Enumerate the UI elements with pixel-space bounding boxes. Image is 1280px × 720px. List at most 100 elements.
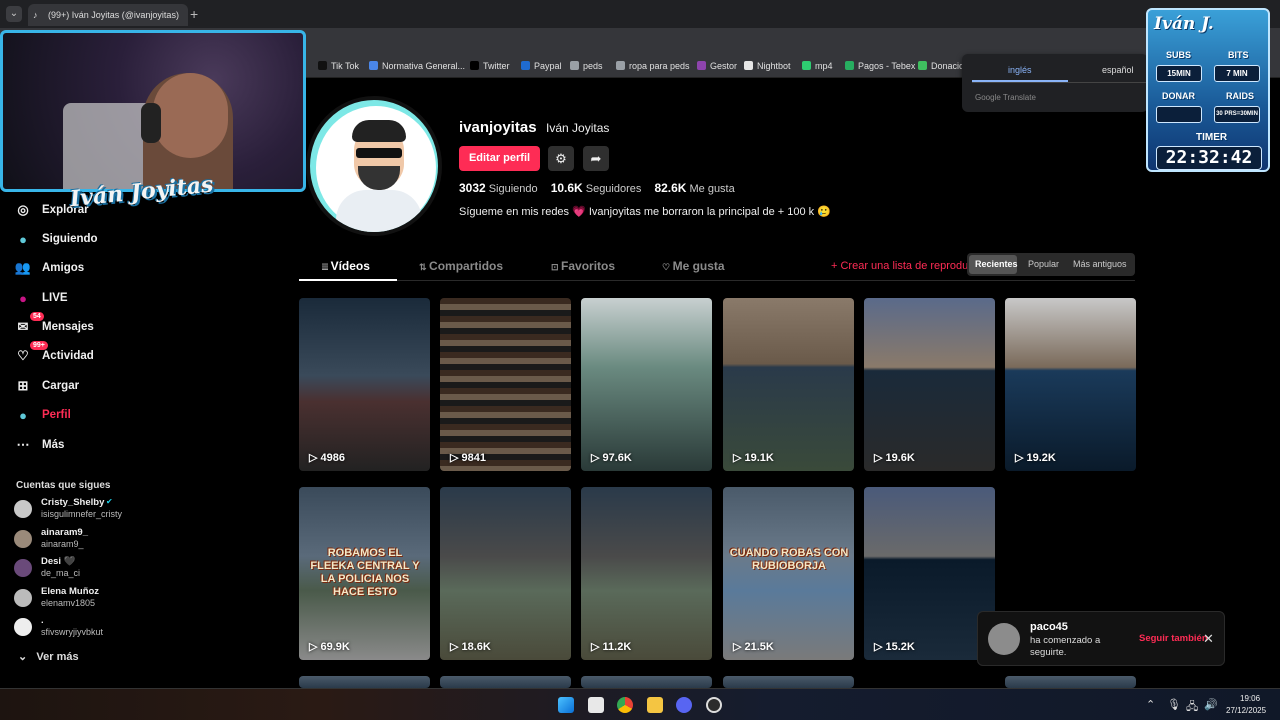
toast-username[interactable]: paco45 xyxy=(1030,621,1068,633)
profile-bio: Sígueme en mis redes 💗 Ivanjoyitas me bo… xyxy=(459,206,831,218)
bookmark-favicon-icon xyxy=(470,61,479,70)
see-more-button[interactable]: ⌄ Ver más xyxy=(18,650,79,663)
followed-account-item[interactable]: Elena Muñoz elenamv1805 xyxy=(14,586,164,612)
bookmark-item[interactable]: Paypal xyxy=(521,61,562,71)
bookmark-label: Gestor xyxy=(710,61,738,71)
translate-english-tab[interactable]: inglés xyxy=(1008,65,1032,75)
bookmark-item[interactable]: Nightbot xyxy=(744,61,791,71)
bookmark-item[interactable]: Normativa General... xyxy=(369,61,465,71)
taskbar-date[interactable]: 27/12/2025 xyxy=(1226,706,1266,715)
sidebar-item-actividad[interactable]: ♡ 99+ Actividad xyxy=(14,341,94,367)
share-arrow-icon: ➦ xyxy=(590,151,602,166)
store-icon[interactable] xyxy=(588,697,604,713)
sidebar-item-más[interactable]: ⋯ Más xyxy=(14,434,65,456)
likes-count: 82.6K xyxy=(654,181,687,195)
obs-icon[interactable] xyxy=(706,697,722,713)
sidebar-item-live[interactable]: ● LIVE xyxy=(14,287,68,309)
video-card[interactable]: ▷ 19.6K xyxy=(864,298,995,471)
video-card-partial[interactable] xyxy=(440,676,571,688)
profile-avatar[interactable] xyxy=(306,96,442,236)
translate-spanish-tab[interactable]: español xyxy=(1102,65,1134,75)
follow-back-button[interactable]: Seguir también xyxy=(1139,633,1208,644)
more-icon: ⋯ xyxy=(16,437,30,452)
video-view-count: ▷ 15.2K xyxy=(874,640,915,653)
video-card-partial[interactable] xyxy=(864,676,995,688)
video-view-count: ▷ 19.2K xyxy=(1015,451,1056,464)
messages-icon: ✉ 54 xyxy=(14,312,44,336)
bookmark-item[interactable]: Pagos - Tebex xyxy=(845,61,915,71)
account-name: Elena Muñoz xyxy=(41,585,100,597)
sidebar-item-amigos[interactable]: 👥 Amigos xyxy=(14,257,84,279)
sidebar-item-cargar[interactable]: ⊞ Cargar xyxy=(14,375,80,397)
settings-button[interactable]: ⚙ xyxy=(548,146,574,171)
followers-stat[interactable]: 10.6K Seguidores xyxy=(551,181,642,195)
tab-me-gusta[interactable]: ♡ Me gusta xyxy=(662,259,725,273)
sidebar-item-perfil[interactable]: ● Perfil xyxy=(14,404,71,426)
followed-account-item[interactable]: Desi 🖤 de_ma_ci xyxy=(14,556,164,582)
file-explorer-icon[interactable] xyxy=(647,697,663,713)
discord-icon[interactable] xyxy=(676,697,692,713)
toast-avatar[interactable] xyxy=(988,623,1020,655)
profile-stats: 3032 Siguiendo 10.6K Seguidores 82.6K Me gu… xyxy=(459,181,745,195)
video-card[interactable]: ▷ 19.1K xyxy=(723,298,854,471)
video-card[interactable]: ROBAMOS EL FLEEKA CENTRAL Y LA POLICIA N… xyxy=(299,487,430,660)
bookmark-item[interactable]: Tik Tok xyxy=(318,61,359,71)
tab-vídeos[interactable]: ⦙⦙⦙ Vídeos xyxy=(322,259,370,273)
taskbar-time[interactable]: 19:06 xyxy=(1240,694,1260,703)
network-icon[interactable]: 🖧 xyxy=(1186,698,1198,717)
browser-tab-active[interactable]: ♪ (99+) Iván Joyitas (@ivanjoyitas) xyxy=(28,4,188,26)
edit-profile-button[interactable]: Editar perfil xyxy=(459,146,540,171)
video-card[interactable]: ▷ 15.2K xyxy=(864,487,995,660)
tab-compartidos[interactable]: ⇅ Compartidos xyxy=(419,259,503,273)
tray-chevron-up-icon[interactable]: ⌃ xyxy=(1146,698,1155,711)
play-icon: ▷ xyxy=(591,452,603,464)
video-card[interactable]: ▷ 9841 xyxy=(440,298,571,471)
bookmark-item[interactable]: Twitter xyxy=(470,61,510,71)
video-card-partial[interactable] xyxy=(299,676,430,688)
video-card[interactable]: CUANDO ROBAS CON RUBIOBORJA ▷ 21.5K xyxy=(723,487,854,660)
video-card[interactable]: ▷ 97.6K xyxy=(581,298,712,471)
sort-popular-button[interactable]: Popular xyxy=(1028,259,1059,269)
bookmark-favicon-icon xyxy=(802,61,811,70)
following-avatar-icon: ● xyxy=(19,231,27,247)
bookmark-label: Tik Tok xyxy=(331,61,360,71)
followed-account-item[interactable]: ainaram9_ ainaram9_ xyxy=(14,527,164,553)
microphone-icon[interactable]: 🎙 xyxy=(1167,698,1181,711)
share-button[interactable]: ➦ xyxy=(583,146,609,171)
tab-favoritos[interactable]: ⊡ Favoritos xyxy=(551,259,615,273)
bookmark-item[interactable]: mp4 xyxy=(802,61,833,71)
close-icon[interactable]: ✕ xyxy=(1203,631,1214,647)
chrome-icon[interactable] xyxy=(617,697,633,713)
account-handle: sfivswryjiyvbkut xyxy=(41,627,104,637)
live-icon: ● xyxy=(19,290,27,306)
video-card[interactable]: ▷ 4986 xyxy=(299,298,430,471)
followed-account-item[interactable]: . sfivswryjiyvbkut xyxy=(14,615,164,641)
sort-recent-button[interactable]: Recientes xyxy=(975,259,1018,269)
video-card[interactable]: ▷ 11.2K xyxy=(581,487,712,660)
following-count: 3032 xyxy=(459,181,486,195)
bookmark-item[interactable]: ropa para peds xyxy=(616,61,690,71)
view-count-value: 19.1K xyxy=(744,452,774,464)
bookmark-item[interactable]: peds xyxy=(570,61,603,71)
video-card-partial[interactable] xyxy=(581,676,712,688)
following-stat[interactable]: 3032 Siguiendo xyxy=(459,181,538,195)
bookmark-favicon-icon xyxy=(369,61,378,70)
tab-search-button[interactable]: ⌄ xyxy=(6,6,22,22)
video-card[interactable]: ▷ 19.2K xyxy=(1005,298,1136,471)
video-card-partial[interactable] xyxy=(723,676,854,688)
video-card-partial[interactable] xyxy=(1005,676,1136,688)
volume-icon[interactable]: 🔊 xyxy=(1204,698,1218,711)
video-card[interactable]: ▷ 18.6K xyxy=(440,487,571,660)
bookmark-item[interactable]: Donacio xyxy=(918,61,964,71)
sort-oldest-button[interactable]: Más antiguos xyxy=(1073,259,1127,269)
bookmark-label: Pagos - Tebex xyxy=(858,61,916,71)
followed-account-item[interactable]: Cristy_Shelby isisgulimnefer_cristy ✔ xyxy=(14,497,164,523)
bookmark-item[interactable]: Gestor xyxy=(697,61,737,71)
heart-icon: ♡ xyxy=(662,262,673,272)
sidebar-item-mensajes[interactable]: ✉ 54 Mensajes xyxy=(14,312,94,338)
sidebar-item-siguiendo[interactable]: ● Siguiendo xyxy=(14,228,98,250)
likes-label: Me gusta xyxy=(689,183,735,195)
windows-start-icon[interactable] xyxy=(558,697,574,713)
account-name: ainaram9_ xyxy=(41,526,89,538)
new-tab-button[interactable]: + xyxy=(190,6,198,22)
